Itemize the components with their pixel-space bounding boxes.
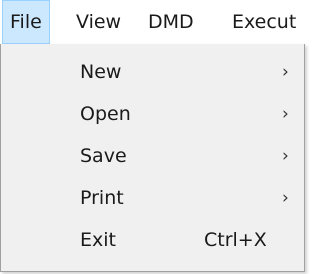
menu-item-open[interactable]: Open › <box>2 93 303 135</box>
menu-item-label: Open <box>80 103 131 125</box>
menu-item-label: Print <box>80 187 124 209</box>
submenu-arrow-icon: › <box>282 104 289 124</box>
submenu-arrow-icon: › <box>282 146 289 166</box>
menu-item-print[interactable]: Print › <box>2 177 303 219</box>
menu-bar: File View DMD Execut <box>0 0 317 44</box>
menu-item-label: Save <box>80 145 127 167</box>
menu-item-new[interactable]: New › <box>2 51 303 93</box>
submenu-arrow-icon: › <box>282 188 289 208</box>
menu-file[interactable]: File <box>2 0 50 44</box>
shortcut-label: Ctrl+X <box>204 229 267 251</box>
menu-item-exit[interactable]: Exit Ctrl+X <box>2 219 303 261</box>
menu-item-save[interactable]: Save › <box>2 135 303 177</box>
menu-item-label: New <box>80 61 122 83</box>
submenu-arrow-icon: › <box>282 62 289 82</box>
menu-view[interactable]: View <box>76 0 121 44</box>
menu-dmd[interactable]: DMD <box>148 0 194 44</box>
file-dropdown-menu: New › Open › Save › Print › Exit Ctrl+X <box>0 44 305 272</box>
menu-item-label: Exit <box>80 229 116 251</box>
menu-execute[interactable]: Execut <box>232 0 296 44</box>
